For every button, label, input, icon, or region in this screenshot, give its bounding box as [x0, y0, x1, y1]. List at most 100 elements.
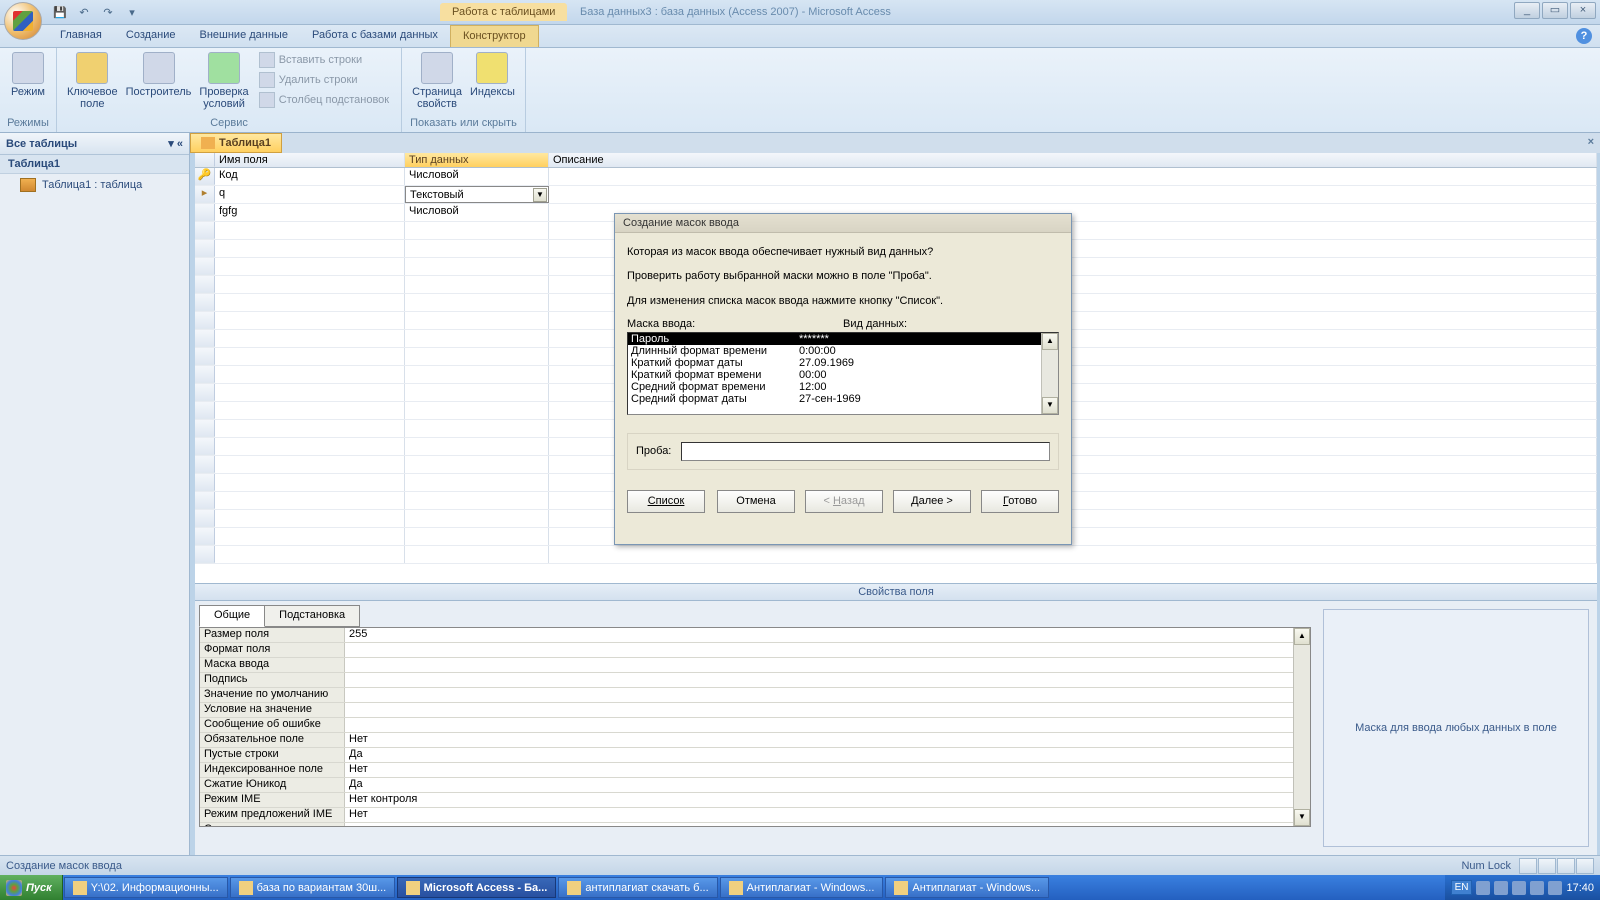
- field-name-cell[interactable]: [215, 546, 405, 563]
- field-type-cell[interactable]: [405, 348, 549, 365]
- scrollbar[interactable]: ▲ ▼: [1293, 628, 1310, 826]
- field-type-cell[interactable]: [405, 420, 549, 437]
- help-icon[interactable]: ?: [1576, 28, 1592, 44]
- field-name-cell[interactable]: [215, 510, 405, 527]
- office-button[interactable]: [4, 2, 42, 40]
- mask-list-item[interactable]: Средний формат времени12:00: [628, 381, 1041, 393]
- mask-list[interactable]: Пароль*******Длинный формат времени0:00:…: [627, 332, 1059, 415]
- row-selector[interactable]: [195, 456, 215, 473]
- field-name-cell[interactable]: [215, 276, 405, 293]
- property-sheet-button[interactable]: Страница свойств: [408, 50, 466, 112]
- dropdown-icon[interactable]: ▼: [533, 188, 547, 202]
- property-value[interactable]: [345, 823, 1310, 827]
- property-row[interactable]: Сообщение об ошибке: [200, 718, 1310, 733]
- indexes-button[interactable]: Индексы: [466, 50, 519, 112]
- primary-key-button[interactable]: Ключевое поле: [63, 50, 122, 112]
- delete-rows-button[interactable]: Удалить строки: [257, 70, 391, 90]
- taskbar-item[interactable]: база по вариантам 30ш...: [230, 877, 395, 898]
- property-row[interactable]: Режим IMEНет контроля: [200, 793, 1310, 808]
- field-name-cell[interactable]: [215, 492, 405, 509]
- pivot-chart-view-button[interactable]: [1557, 858, 1575, 874]
- field-name-cell[interactable]: [215, 438, 405, 455]
- validation-button[interactable]: Проверка условий: [195, 50, 252, 112]
- start-button[interactable]: Пуск: [0, 875, 63, 900]
- property-row[interactable]: Размер поля255: [200, 628, 1310, 643]
- field-type-cell[interactable]: [405, 510, 549, 527]
- field-type-cell[interactable]: [405, 528, 549, 545]
- field-name-cell[interactable]: [215, 222, 405, 239]
- row-selector[interactable]: [195, 492, 215, 509]
- taskbar-item[interactable]: Microsoft Access - Ба...: [397, 877, 557, 898]
- redo-icon[interactable]: ↷: [98, 2, 118, 22]
- scrollbar[interactable]: ▲ ▼: [1041, 333, 1058, 414]
- property-value[interactable]: [345, 703, 1310, 717]
- tab-external[interactable]: Внешние данные: [188, 25, 300, 47]
- property-row[interactable]: Обязательное полеНет: [200, 733, 1310, 748]
- mask-list-item[interactable]: Краткий формат времени00:00: [628, 369, 1041, 381]
- field-type-cell[interactable]: [405, 366, 549, 383]
- field-type-cell[interactable]: [405, 276, 549, 293]
- field-type-cell[interactable]: [405, 402, 549, 419]
- row-selector[interactable]: [195, 402, 215, 419]
- qat-customize-icon[interactable]: ▾: [122, 2, 142, 22]
- tab-home[interactable]: Главная: [48, 25, 114, 47]
- language-indicator[interactable]: EN: [1451, 880, 1473, 895]
- field-type-cell[interactable]: [405, 492, 549, 509]
- field-type-cell[interactable]: [405, 312, 549, 329]
- tab-design[interactable]: Конструктор: [450, 25, 539, 47]
- undo-icon[interactable]: ↶: [74, 2, 94, 22]
- property-value[interactable]: [345, 718, 1310, 732]
- row-selector[interactable]: [195, 348, 215, 365]
- row-selector[interactable]: [195, 528, 215, 545]
- row-selector[interactable]: [195, 384, 215, 401]
- field-type-cell[interactable]: [405, 294, 549, 311]
- field-name-cell[interactable]: Код: [215, 168, 405, 185]
- field-type-cell[interactable]: [405, 258, 549, 275]
- try-it-input[interactable]: [681, 442, 1050, 461]
- field-name-cell[interactable]: [215, 348, 405, 365]
- scroll-down-icon[interactable]: ▼: [1042, 397, 1058, 414]
- scroll-up-icon[interactable]: ▲: [1294, 628, 1310, 645]
- field-type-cell[interactable]: Числовой: [405, 168, 549, 185]
- row-selector[interactable]: [195, 240, 215, 257]
- datasheet-view-button[interactable]: [1519, 858, 1537, 874]
- property-value[interactable]: [345, 643, 1310, 657]
- col-header-type[interactable]: Тип данных: [405, 153, 549, 167]
- property-row[interactable]: Подпись: [200, 673, 1310, 688]
- field-desc-cell[interactable]: [549, 186, 1597, 203]
- row-selector[interactable]: [195, 276, 215, 293]
- lookup-column-button[interactable]: Столбец подстановок: [257, 90, 391, 110]
- field-name-cell[interactable]: [215, 474, 405, 491]
- mask-list-item[interactable]: Средний формат даты27-сен-1969: [628, 393, 1041, 405]
- field-name-cell[interactable]: [215, 240, 405, 257]
- save-icon[interactable]: 💾: [50, 2, 70, 22]
- nav-group[interactable]: Таблица1: [0, 155, 189, 174]
- field-type-cell[interactable]: [405, 546, 549, 563]
- row-selector[interactable]: [195, 294, 215, 311]
- field-type-cell[interactable]: [405, 330, 549, 347]
- view-button[interactable]: Режим: [6, 50, 50, 100]
- nav-header[interactable]: Все таблицы ▾ «: [0, 133, 189, 155]
- taskbar-item[interactable]: Антиплагиат - Windows...: [720, 877, 884, 898]
- field-name-cell[interactable]: fgfg: [215, 204, 405, 221]
- mask-list-item[interactable]: Пароль*******: [628, 333, 1041, 345]
- taskbar-item[interactable]: Антиплагиат - Windows...: [885, 877, 1049, 898]
- field-name-cell[interactable]: [215, 258, 405, 275]
- row-selector[interactable]: [195, 438, 215, 455]
- row-selector[interactable]: [195, 258, 215, 275]
- field-type-cell[interactable]: [405, 438, 549, 455]
- object-tab[interactable]: Таблица1: [190, 133, 282, 153]
- tray-icon[interactable]: [1548, 881, 1562, 895]
- taskbar-item[interactable]: Y:\02. Информационны...: [64, 877, 228, 898]
- field-name-cell[interactable]: [215, 330, 405, 347]
- property-row[interactable]: Индексированное полеНет: [200, 763, 1310, 778]
- tray-icon[interactable]: [1530, 881, 1544, 895]
- field-name-cell[interactable]: q: [215, 186, 405, 203]
- field-type-cell[interactable]: [405, 384, 549, 401]
- row-selector[interactable]: [195, 366, 215, 383]
- design-view-button[interactable]: [1576, 858, 1594, 874]
- property-row[interactable]: Сжатие ЮникодДа: [200, 778, 1310, 793]
- field-type-cell[interactable]: [405, 474, 549, 491]
- chevron-down-icon[interactable]: ▾ «: [168, 137, 183, 150]
- property-value[interactable]: 255: [345, 628, 1310, 642]
